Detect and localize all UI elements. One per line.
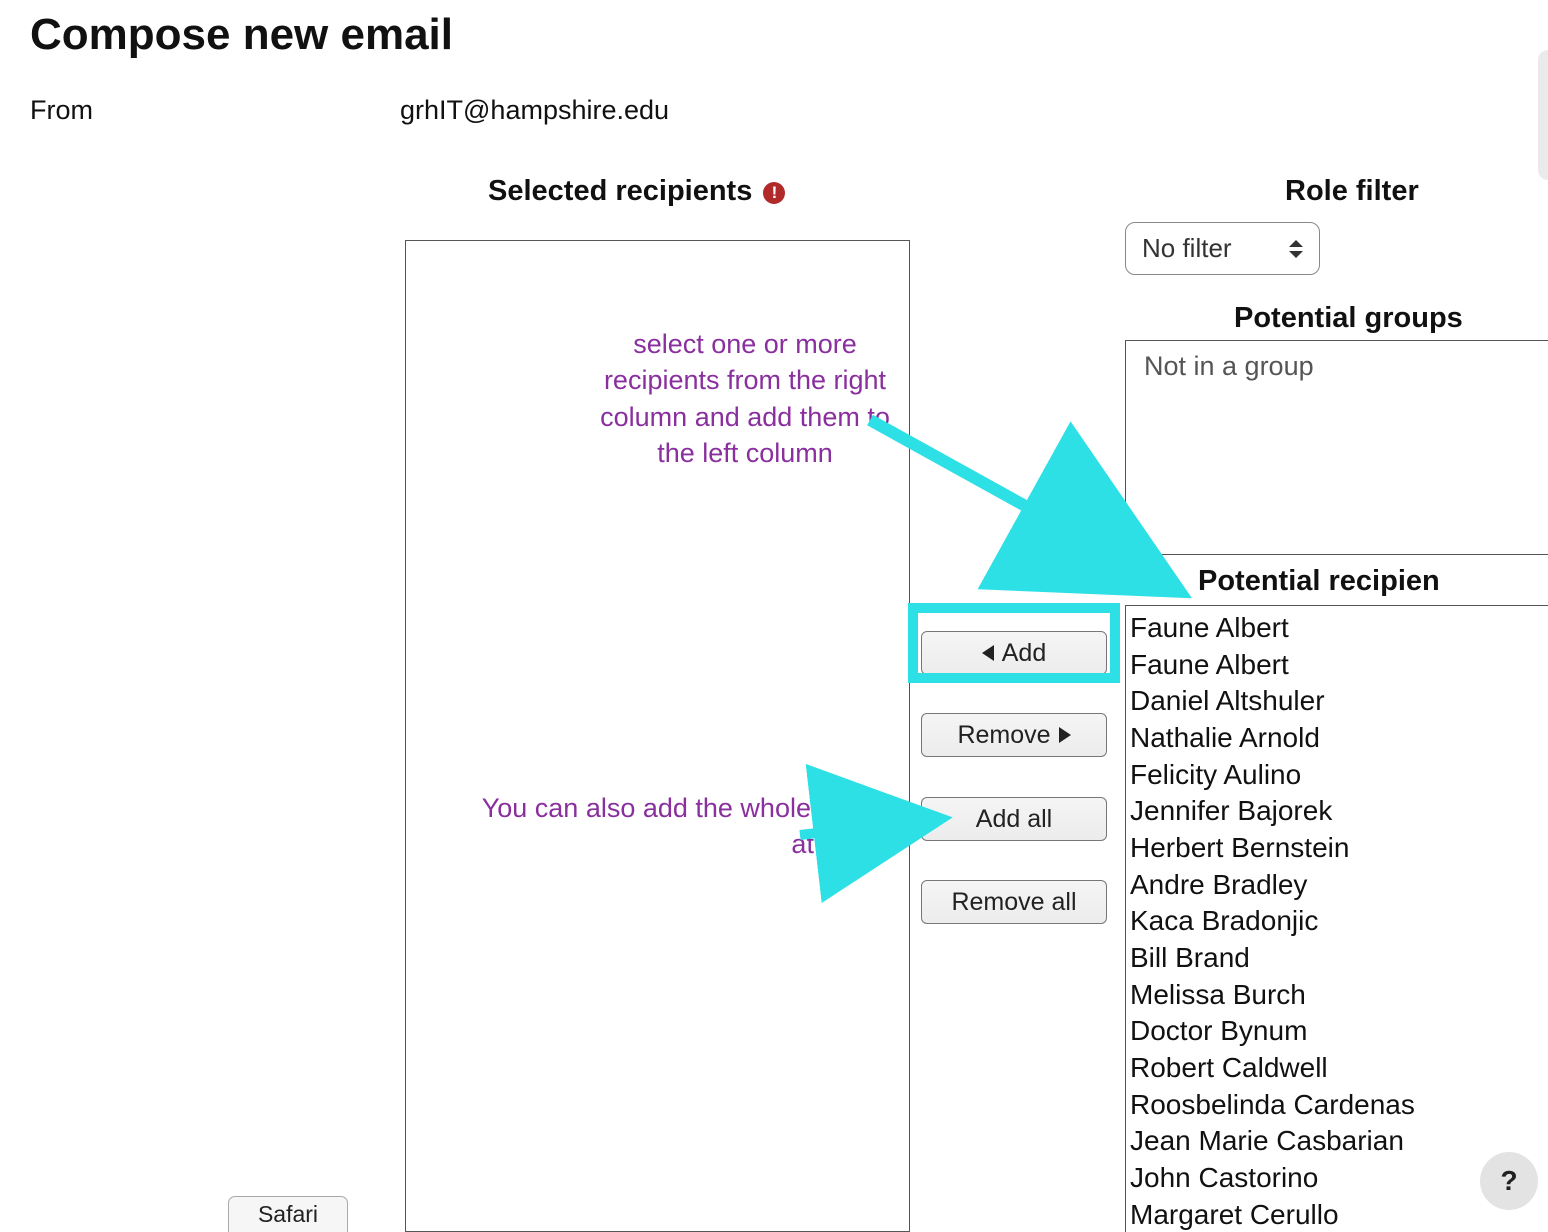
role-filter-heading: Role filter xyxy=(1285,175,1419,208)
recipient-item[interactable]: Nathalie Arnold xyxy=(1130,720,1548,757)
sort-icon xyxy=(1289,240,1303,258)
remove-all-button-label: Remove all xyxy=(951,888,1076,917)
annotation-text-addall: You can also add the whole class at once xyxy=(460,790,880,863)
triangle-right-icon xyxy=(1059,727,1071,743)
recipient-item[interactable]: Doctor Bynum xyxy=(1130,1013,1548,1050)
page-title: Compose new email xyxy=(30,10,453,60)
potential-recipients-heading: Potential recipien xyxy=(1198,565,1440,598)
recipient-item[interactable]: Felicity Aulino xyxy=(1130,757,1548,794)
from-value: grhIT@hampshire.edu xyxy=(400,95,669,126)
recipient-item[interactable]: Jean Marie Casbarian xyxy=(1130,1123,1548,1160)
recipient-item[interactable]: Melissa Burch xyxy=(1130,977,1548,1014)
edge-sliver xyxy=(1538,50,1548,180)
potential-groups-heading: Potential groups xyxy=(1234,302,1463,335)
triangle-left-icon xyxy=(982,645,994,661)
add-button[interactable]: Add xyxy=(921,631,1107,675)
recipient-item[interactable]: Bill Brand xyxy=(1130,940,1548,977)
recipient-item[interactable]: Roosbelinda Cardenas xyxy=(1130,1087,1548,1124)
recipient-item[interactable]: Herbert Bernstein xyxy=(1130,830,1548,867)
potential-groups-placeholder: Not in a group xyxy=(1144,351,1530,382)
role-filter-select[interactable]: No filter xyxy=(1125,222,1320,275)
remove-button-label: Remove xyxy=(957,721,1050,750)
recipient-item[interactable]: Margaret Cerullo xyxy=(1130,1197,1548,1232)
remove-button[interactable]: Remove xyxy=(921,713,1107,757)
from-label: From xyxy=(30,95,93,126)
recipient-item[interactable]: Robert Caldwell xyxy=(1130,1050,1548,1087)
recipient-item[interactable]: Faune Albert xyxy=(1130,610,1548,647)
potential-recipients-listbox[interactable]: Faune AlbertFaune AlbertDaniel Altshuler… xyxy=(1125,605,1548,1232)
add-all-button[interactable]: Add all xyxy=(921,797,1107,841)
remove-all-button[interactable]: Remove all xyxy=(921,880,1107,924)
role-filter-value: No filter xyxy=(1142,233,1232,264)
recipient-item[interactable]: Andre Bradley xyxy=(1130,867,1548,904)
annotation-text-select: select one or more recipients from the r… xyxy=(590,326,900,472)
help-button[interactable]: ? xyxy=(1480,1152,1538,1210)
recipient-item[interactable]: Jennifer Bajorek xyxy=(1130,793,1548,830)
recipient-item[interactable]: Daniel Altshuler xyxy=(1130,683,1548,720)
selected-recipients-label: Selected recipients xyxy=(488,175,752,207)
potential-groups-listbox[interactable]: Not in a group xyxy=(1125,340,1548,555)
add-button-label: Add xyxy=(1002,639,1046,668)
selected-recipients-heading: Selected recipients ! xyxy=(488,175,785,208)
alert-icon: ! xyxy=(763,182,785,204)
safari-tab[interactable]: Safari xyxy=(228,1196,348,1232)
recipient-item[interactable]: Kaca Bradonjic xyxy=(1130,903,1548,940)
add-all-button-label: Add all xyxy=(976,805,1052,834)
recipient-item[interactable]: Faune Albert xyxy=(1130,647,1548,684)
